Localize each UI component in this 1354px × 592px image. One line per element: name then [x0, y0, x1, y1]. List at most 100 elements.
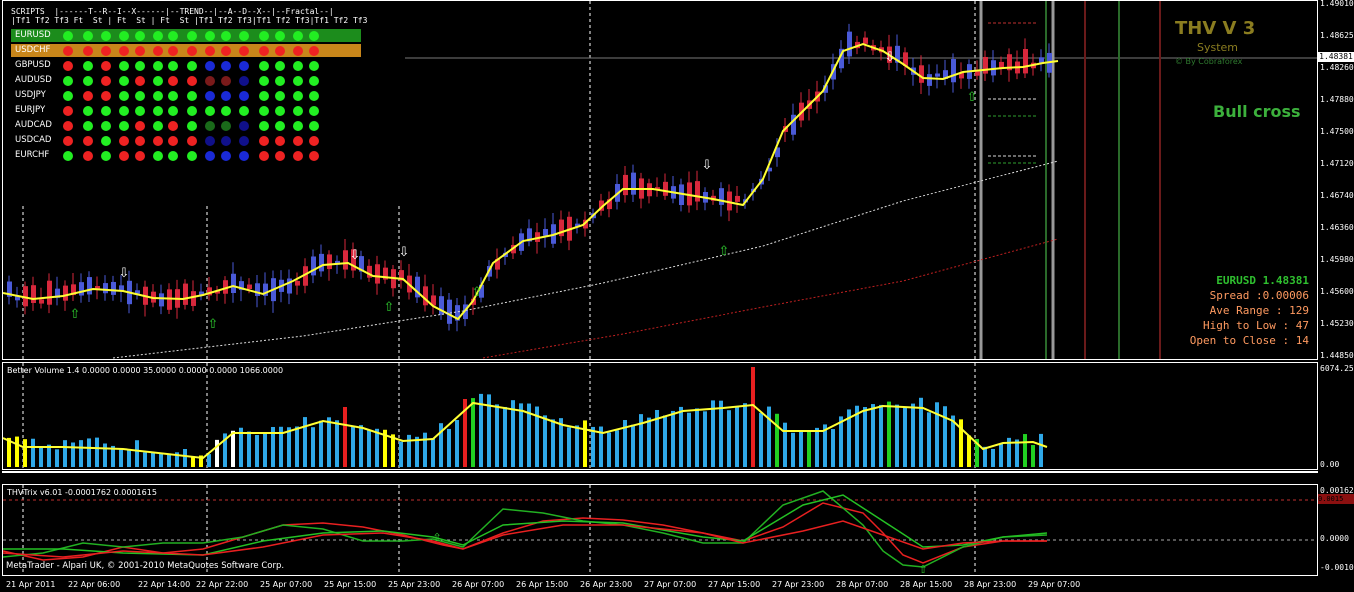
volume-bar	[415, 436, 419, 467]
status-dot-icon	[221, 120, 231, 131]
candle-body	[327, 254, 332, 270]
price-scale-label: 1.45600	[1320, 287, 1354, 296]
script-row-audcad[interactable]: AUDCAD	[11, 119, 361, 132]
status-dot-icon	[293, 45, 303, 56]
volume-bar	[831, 429, 835, 467]
volume-bar	[151, 452, 155, 467]
status-dot-icon	[275, 150, 285, 161]
trix-scale-min: -0.00108	[1320, 563, 1354, 572]
status-dot-icon	[205, 45, 215, 56]
script-row-usdchf[interactable]: USDCHF	[11, 44, 361, 57]
status-dot-icon	[168, 45, 178, 56]
volume-bar	[87, 438, 91, 467]
pane-separator[interactable]	[2, 471, 1318, 473]
price-scale-label: 1.44850	[1320, 351, 1354, 360]
script-row-audusd[interactable]: AUDUSD	[11, 74, 361, 87]
volume-pane[interactable]: Better Volume 1.4 0.0000 0.0000 35.0000 …	[2, 362, 1318, 470]
time-axis-label: 22 Apr 22:00	[196, 580, 249, 589]
status-dot-icon	[221, 90, 231, 101]
volume-bar	[639, 414, 643, 467]
volume-bar	[119, 448, 123, 467]
buy-arrow-icon: ⇧	[384, 300, 395, 315]
script-row-eurchf[interactable]: EURCHF	[11, 149, 361, 162]
script-row-usdcad[interactable]: USDCAD	[11, 134, 361, 147]
time-axis-label: 26 Apr 15:00	[516, 580, 569, 589]
status-dot-icon	[119, 45, 129, 56]
volume-bar	[143, 452, 147, 467]
candle-body	[695, 181, 700, 202]
status-dot-icon	[187, 105, 197, 116]
info-box: EURUSD 1.48381 Spread :0.00006 Ave Range…	[1143, 273, 1309, 348]
sell-arrow-icon: ⇩	[350, 248, 361, 263]
price-scale-label: 1.47880	[1320, 95, 1354, 104]
status-dot-icon	[101, 30, 111, 41]
volume-bar	[863, 407, 867, 467]
volume-bar	[55, 449, 59, 467]
volume-bar	[319, 420, 323, 467]
status-dot-icon	[153, 75, 163, 86]
info-symbol-price: EURUSD 1.48381	[1216, 274, 1309, 287]
status-dot-icon	[239, 30, 249, 41]
candle-body	[87, 277, 92, 295]
status-dot-icon	[101, 120, 111, 131]
candle-body	[663, 181, 668, 196]
time-axis-label: 25 Apr 07:00	[260, 580, 313, 589]
script-row-eurjpy[interactable]: EURJPY	[11, 104, 361, 117]
candle-body	[951, 59, 956, 83]
volume-bar	[351, 426, 355, 467]
volume-bar	[719, 400, 723, 467]
status-dot-icon	[309, 30, 319, 41]
status-dot-icon	[101, 60, 111, 71]
volume-bar	[231, 430, 235, 467]
candle-body	[183, 283, 188, 305]
status-dot-icon	[309, 60, 319, 71]
time-axis-label: 28 Apr 15:00	[900, 580, 953, 589]
candle-body	[623, 174, 628, 196]
scripts-panel: SCRIPTS |------T--R--I--X------|--TREND-…	[11, 7, 368, 161]
volume-bar	[727, 410, 731, 467]
script-row-eurusd[interactable]: EURUSD	[11, 29, 361, 42]
volume-scale-max: 6074.25	[1320, 364, 1354, 373]
volume-bar	[359, 425, 363, 467]
volume-bar	[167, 453, 171, 467]
price-chart-pane[interactable]: ⇩ ⇩ ⇩ ⇩ ⇩ ⇧ ⇧ ⇧ ⇧ ⇧ ⇧ SCRIPTS |------T--R--I--X---…	[2, 0, 1318, 360]
candle-body	[295, 280, 300, 286]
status-dot-icon	[239, 45, 249, 56]
candle-body	[999, 61, 1004, 68]
script-row-usdjpy[interactable]: USDJPY	[11, 89, 361, 102]
volume-bar	[767, 406, 771, 467]
status-dot-icon	[187, 45, 197, 56]
candle-body	[79, 282, 84, 296]
volume-bar	[759, 412, 763, 467]
thv-byline: © By Cobraforex	[1175, 57, 1243, 66]
status-dot-icon	[221, 75, 231, 86]
status-dot-icon	[239, 105, 249, 116]
status-dot-icon	[83, 120, 93, 131]
status-dot-icon	[119, 60, 129, 71]
volume-bar	[567, 427, 571, 467]
script-row-gbpusd[interactable]: GBPUSD	[11, 59, 361, 72]
scripts-header-2: |Tf1 Tf2 Tf3 Ft St | Ft St | Ft St |Tf1 …	[11, 16, 368, 25]
status-dot-icon	[275, 75, 285, 86]
status-dot-icon	[101, 45, 111, 56]
status-dot-icon	[275, 105, 285, 116]
volume-bar	[783, 422, 787, 467]
status-dot-icon	[239, 120, 249, 131]
volume-bar	[255, 435, 259, 467]
candle-body	[191, 291, 196, 306]
status-dot-icon	[119, 150, 129, 161]
status-dot-icon	[83, 60, 93, 71]
status-dot-icon	[275, 45, 285, 56]
volume-bar	[991, 448, 995, 467]
status-dot-icon	[259, 105, 269, 116]
slow-ma-white	[112, 160, 1059, 359]
status-dot-icon	[153, 90, 163, 101]
volume-bar	[735, 406, 739, 467]
info-spread: Spread :0.00006	[1209, 289, 1309, 302]
buy-arrow-icon: ⇧	[472, 285, 483, 300]
status-dot-icon	[205, 75, 215, 86]
price-scale-label: 1.47120	[1320, 159, 1354, 168]
candle-body	[543, 229, 548, 236]
status-dot-icon	[153, 105, 163, 116]
candle-body	[735, 195, 740, 202]
